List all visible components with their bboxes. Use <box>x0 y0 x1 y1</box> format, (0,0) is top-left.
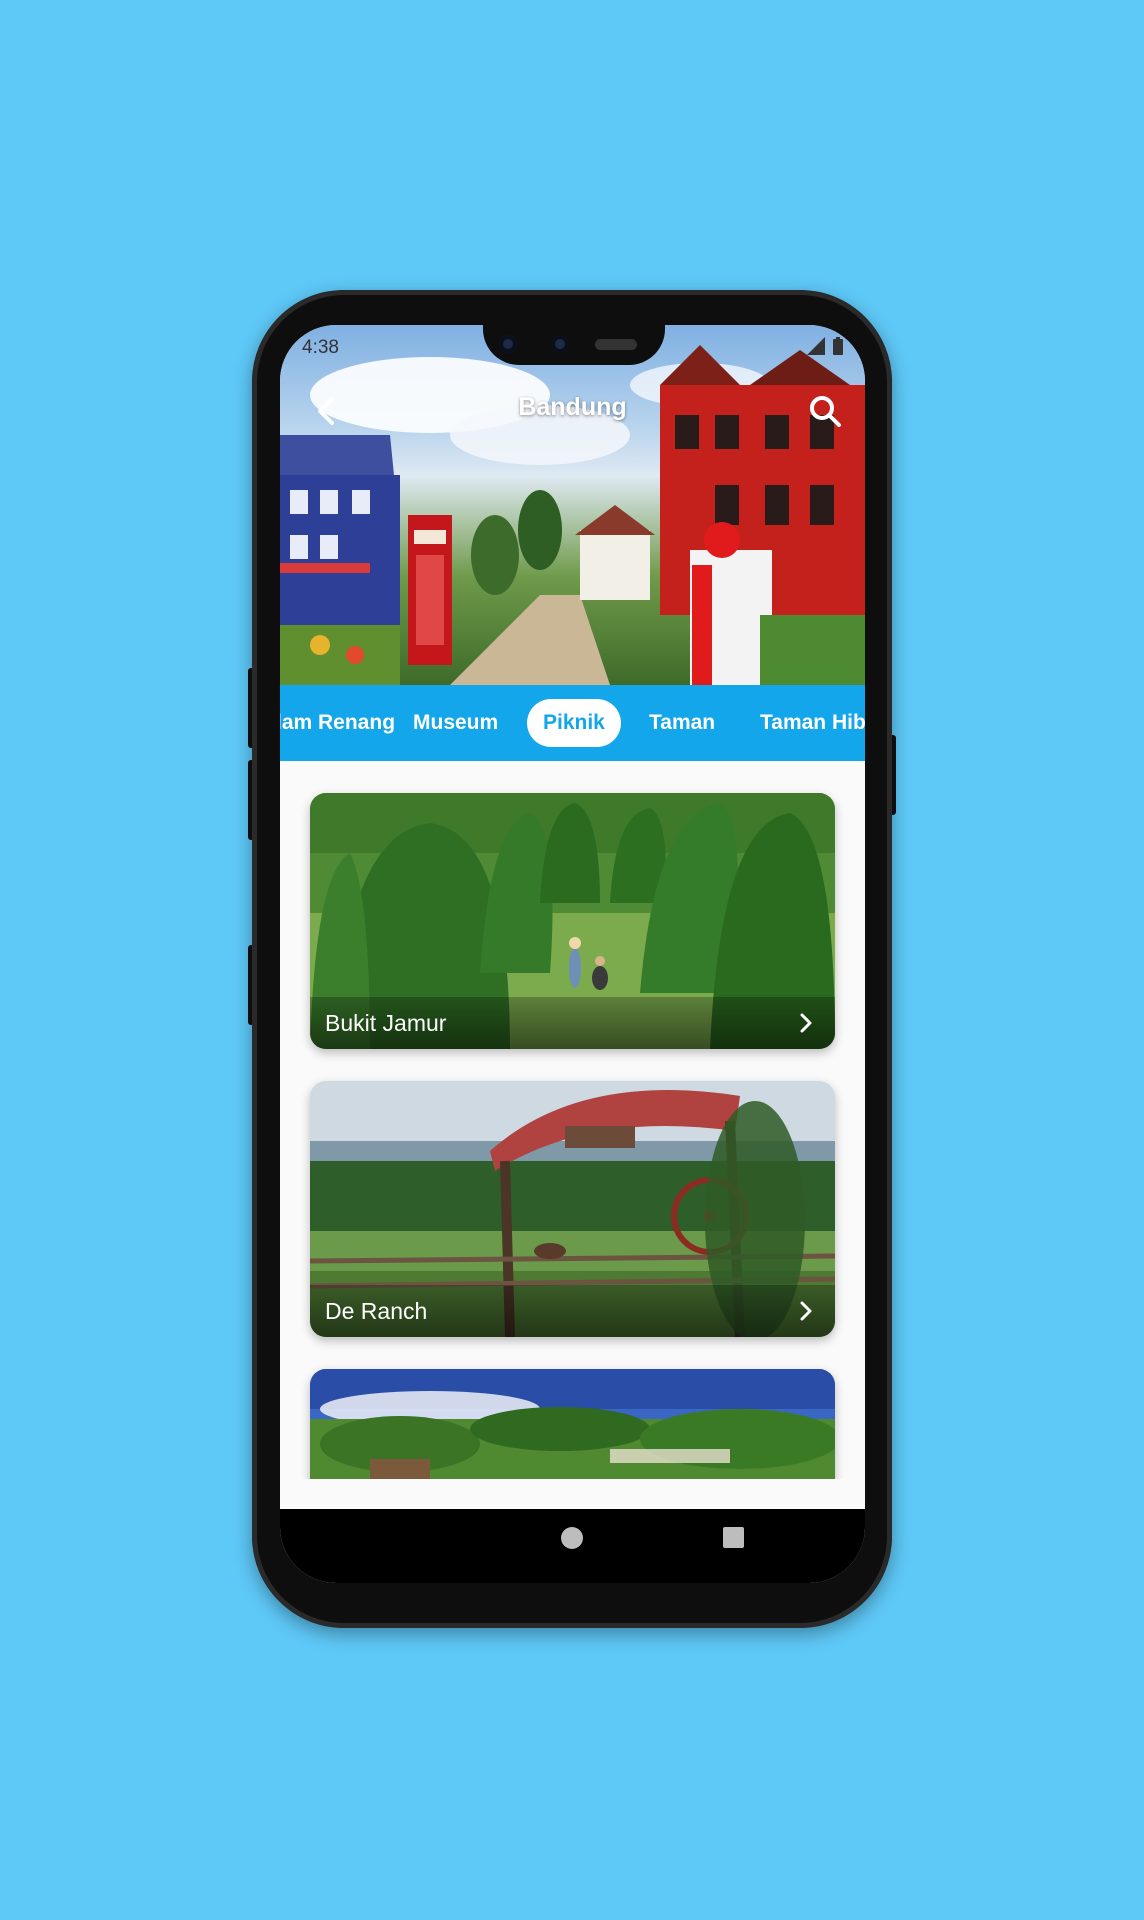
phone-screen: 4:38 Bandung Kolam Renang Museum Piknik … <box>280 325 865 1583</box>
status-icons <box>807 337 843 355</box>
card-caption: De Ranch <box>310 1285 835 1337</box>
place-card-de-ranch[interactable]: De Ranch <box>310 1081 835 1337</box>
notch <box>483 325 665 365</box>
category-tab-bar: Kolam Renang Museum Piknik Taman Taman H… <box>280 685 865 761</box>
status-time: 4:38 <box>302 337 339 358</box>
place-card-3[interactable] <box>310 1369 835 1479</box>
earpiece-speaker <box>595 339 637 350</box>
tab-taman-hiburan[interactable]: Taman Hiburan <box>760 699 865 747</box>
chevron-right-icon[interactable] <box>795 1011 817 1035</box>
chevron-right-icon[interactable] <box>795 1299 817 1323</box>
signal-icon <box>807 337 825 355</box>
card-caption: Bukit Jamur <box>310 997 835 1049</box>
tab-taman[interactable]: Taman <box>649 699 715 747</box>
place-list: Bukit Jamur De Ranch <box>280 761 865 1479</box>
hero-illustration <box>280 345 865 685</box>
tab-piknik[interactable]: Piknik <box>527 699 621 747</box>
page-title: Bandung <box>518 393 627 421</box>
tab-museum[interactable]: Museum <box>413 699 498 747</box>
place-card-bukit-jamur[interactable]: Bukit Jamur <box>310 793 835 1049</box>
search-icon[interactable] <box>805 391 845 431</box>
place-name: De Ranch <box>325 1298 428 1324</box>
system-navigation-bar <box>280 1509 865 1583</box>
hero-image: 4:38 Bandung <box>280 325 865 685</box>
home-icon[interactable] <box>561 1527 583 1549</box>
place-name: Bukit Jamur <box>325 1010 447 1036</box>
battery-icon <box>833 337 843 355</box>
front-camera-2 <box>551 335 569 353</box>
tab-kolam-renang[interactable]: Kolam Renang <box>280 699 395 747</box>
place-image <box>310 1369 835 1479</box>
front-camera <box>499 335 517 353</box>
recents-icon[interactable] <box>723 1527 744 1548</box>
